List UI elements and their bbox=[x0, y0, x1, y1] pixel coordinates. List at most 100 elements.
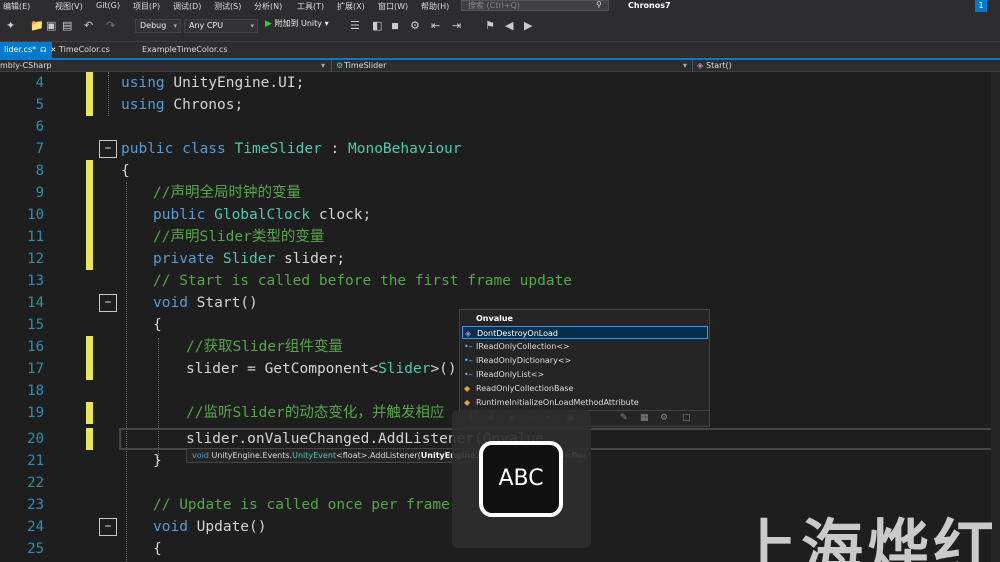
code-comment: //声明全局时钟的变量 bbox=[153, 185, 301, 201]
code-text: void Start() bbox=[153, 295, 258, 311]
code-line: 9 //声明全局时钟的变量 bbox=[0, 182, 1000, 204]
bookmark-prev-icon[interactable]: ◀ bbox=[505, 19, 513, 32]
class-icon: ⚙ bbox=[336, 61, 344, 70]
completion-item[interactable]: •– IReadOnlyCollection<> bbox=[462, 340, 708, 353]
project-dropdown[interactable]: mbly-CSharp bbox=[0, 61, 52, 70]
code-line: 7 – public class TimeSlider : MonoBehavi… bbox=[0, 138, 1000, 160]
document-tabs: lider.cs* ☊ ✕ TimeColor.cs ExampleTimeColo… bbox=[0, 42, 1000, 58]
completion-item[interactable]: ◈ DontDestroyOnLoad bbox=[462, 326, 708, 339]
line-number: 8 bbox=[35, 163, 44, 179]
code-text: using Chronos; bbox=[121, 97, 244, 113]
notification-badge[interactable]: 1 bbox=[975, 0, 987, 12]
toolbar-icon[interactable]: ⚙ bbox=[410, 19, 420, 32]
code-comment: //监听Slider的动态变化，并触发相应 bbox=[186, 405, 445, 421]
code-line: 6 bbox=[0, 116, 1000, 138]
filter-toggle-icon[interactable]: □ bbox=[682, 413, 691, 423]
collapse-icon[interactable]: – bbox=[99, 518, 117, 536]
code-text: public class TimeSlider : MonoBehaviour bbox=[121, 141, 462, 157]
save-icon[interactable]: ▣ bbox=[46, 19, 56, 32]
code-text: using UnityEngine.UI; bbox=[121, 75, 305, 91]
tab-timeslider[interactable]: lider.cs* ☊ ✕ bbox=[0, 42, 56, 58]
interface-icon: •– bbox=[464, 356, 473, 365]
redo-icon[interactable]: ↷ bbox=[106, 19, 115, 32]
menu-project[interactable]: 项目(P) bbox=[133, 1, 160, 12]
bookmark-next-icon[interactable]: ▶ bbox=[524, 19, 532, 32]
menu-help[interactable]: 帮助(H) bbox=[421, 1, 449, 12]
collapse-icon[interactable]: – bbox=[99, 140, 117, 158]
tab-timecolor[interactable]: TimeColor.cs bbox=[55, 42, 135, 58]
change-marker bbox=[86, 94, 93, 116]
bookmark-icon[interactable]: ⚑ bbox=[485, 19, 495, 32]
collapse-icon[interactable]: – bbox=[99, 294, 117, 312]
change-marker bbox=[86, 204, 93, 226]
line-number: 17 bbox=[27, 361, 44, 377]
toolbar-icon[interactable]: ◾ bbox=[391, 19, 399, 32]
code-line: 11 //声明Slider类型的变量 bbox=[0, 226, 1000, 248]
filter-snippet-icon[interactable]: ✎ bbox=[620, 413, 628, 423]
change-marker bbox=[86, 72, 93, 94]
navigation-bar: mbly-CSharp ▾ ⚙ TimeSlider ▾ ◈ Start() bbox=[0, 60, 1000, 72]
outdent-icon[interactable]: ⇥ bbox=[452, 19, 461, 32]
filter-extension-icon[interactable]: ⚙ bbox=[660, 413, 668, 423]
divider bbox=[331, 60, 332, 72]
code-comment: //声明Slider类型的变量 bbox=[153, 229, 325, 245]
code-line: 4 using UnityEngine.UI; bbox=[0, 72, 1000, 94]
pin-icon[interactable]: ☊ bbox=[40, 46, 46, 54]
line-number: 9 bbox=[35, 185, 44, 201]
member-dropdown[interactable]: Start() bbox=[706, 61, 732, 70]
class-icon: ◆ bbox=[464, 398, 471, 407]
completion-item[interactable]: ◆ ReadOnlyCollectionBase bbox=[462, 382, 708, 395]
vertical-scrollbar[interactable] bbox=[991, 72, 1000, 562]
tab-label: TimeColor.cs bbox=[59, 45, 110, 54]
line-number: 11 bbox=[27, 229, 44, 245]
menu-edit[interactable]: 编辑(E) bbox=[3, 1, 30, 12]
search-icon[interactable]: ⚲ bbox=[596, 0, 602, 9]
indent-icon[interactable]: ⇤ bbox=[431, 19, 440, 32]
line-number: 16 bbox=[27, 339, 44, 355]
chevron-down-icon: ▾ bbox=[250, 22, 254, 30]
code-line: 8 { bbox=[0, 160, 1000, 182]
completion-item[interactable]: •– IReadOnlyList<> bbox=[462, 368, 708, 381]
menu-analyze[interactable]: 分析(N) bbox=[254, 1, 282, 12]
class-dropdown[interactable]: TimeSlider bbox=[344, 61, 386, 70]
menu-window[interactable]: 窗口(W) bbox=[378, 1, 408, 12]
completion-item[interactable]: •– IReadOnlyDictionary<> bbox=[462, 354, 708, 367]
new-project-icon[interactable]: ✦ bbox=[6, 19, 15, 32]
filter-keyword-icon[interactable]: ▦ bbox=[640, 413, 649, 423]
line-number: 4 bbox=[35, 75, 44, 91]
tab-exampletimecolor[interactable]: ExampleTimeColor.cs bbox=[138, 42, 238, 58]
code-text: private Slider slider; bbox=[153, 251, 346, 267]
attach-unity-button[interactable]: ▶ 附加到 Unity ▾ bbox=[265, 18, 329, 29]
change-marker bbox=[86, 358, 93, 380]
line-number: 24 bbox=[27, 519, 44, 535]
code-text: slider = GetComponent<Slider>(); bbox=[186, 361, 466, 377]
completion-item[interactable]: ◆ RuntimeInitializeOnLoadMethodAttribute bbox=[462, 396, 708, 409]
menu-test[interactable]: 测试(S) bbox=[214, 1, 241, 12]
menu-view[interactable]: 视图(V) bbox=[55, 1, 83, 12]
menu-tools[interactable]: 工具(T) bbox=[297, 1, 324, 12]
interface-icon: •– bbox=[464, 370, 473, 379]
code-line: 10 public GlobalClock clock; bbox=[0, 204, 1000, 226]
config-dropdown[interactable]: Debug ▾ bbox=[135, 19, 181, 33]
open-folder-icon[interactable]: 📁 bbox=[30, 19, 44, 32]
platform-dropdown[interactable]: Any CPU ▾ bbox=[184, 19, 258, 33]
code-text: { bbox=[153, 541, 162, 557]
line-number: 5 bbox=[35, 97, 44, 113]
menu-git[interactable]: Git(G) bbox=[96, 1, 120, 10]
line-number: 22 bbox=[27, 475, 44, 491]
undo-icon[interactable]: ↶ bbox=[84, 19, 93, 32]
code-text: { bbox=[121, 163, 130, 179]
search-input[interactable]: 搜索 (Ctrl+Q) bbox=[461, 0, 609, 11]
line-number: 20 bbox=[27, 431, 44, 447]
code-comment: // Start is called before the first fram… bbox=[153, 273, 573, 289]
line-number: 21 bbox=[27, 453, 44, 469]
chevron-down-icon: ▾ bbox=[683, 61, 688, 70]
method-icon: ◈ bbox=[697, 61, 704, 70]
menu-extensions[interactable]: 扩展(X) bbox=[337, 1, 365, 12]
save-all-icon[interactable]: ▤ bbox=[62, 19, 72, 32]
toolbar-icon[interactable]: ☰ bbox=[350, 19, 360, 32]
chevron-down-icon: ▾ bbox=[324, 19, 329, 28]
menu-debug[interactable]: 调试(D) bbox=[173, 1, 201, 12]
menu-bar: 编辑(E) 视图(V) Git(G) 项目(P) 调试(D) 测试(S) 分析(… bbox=[0, 0, 1000, 12]
toolbar-icon[interactable]: ◧ bbox=[372, 19, 382, 32]
